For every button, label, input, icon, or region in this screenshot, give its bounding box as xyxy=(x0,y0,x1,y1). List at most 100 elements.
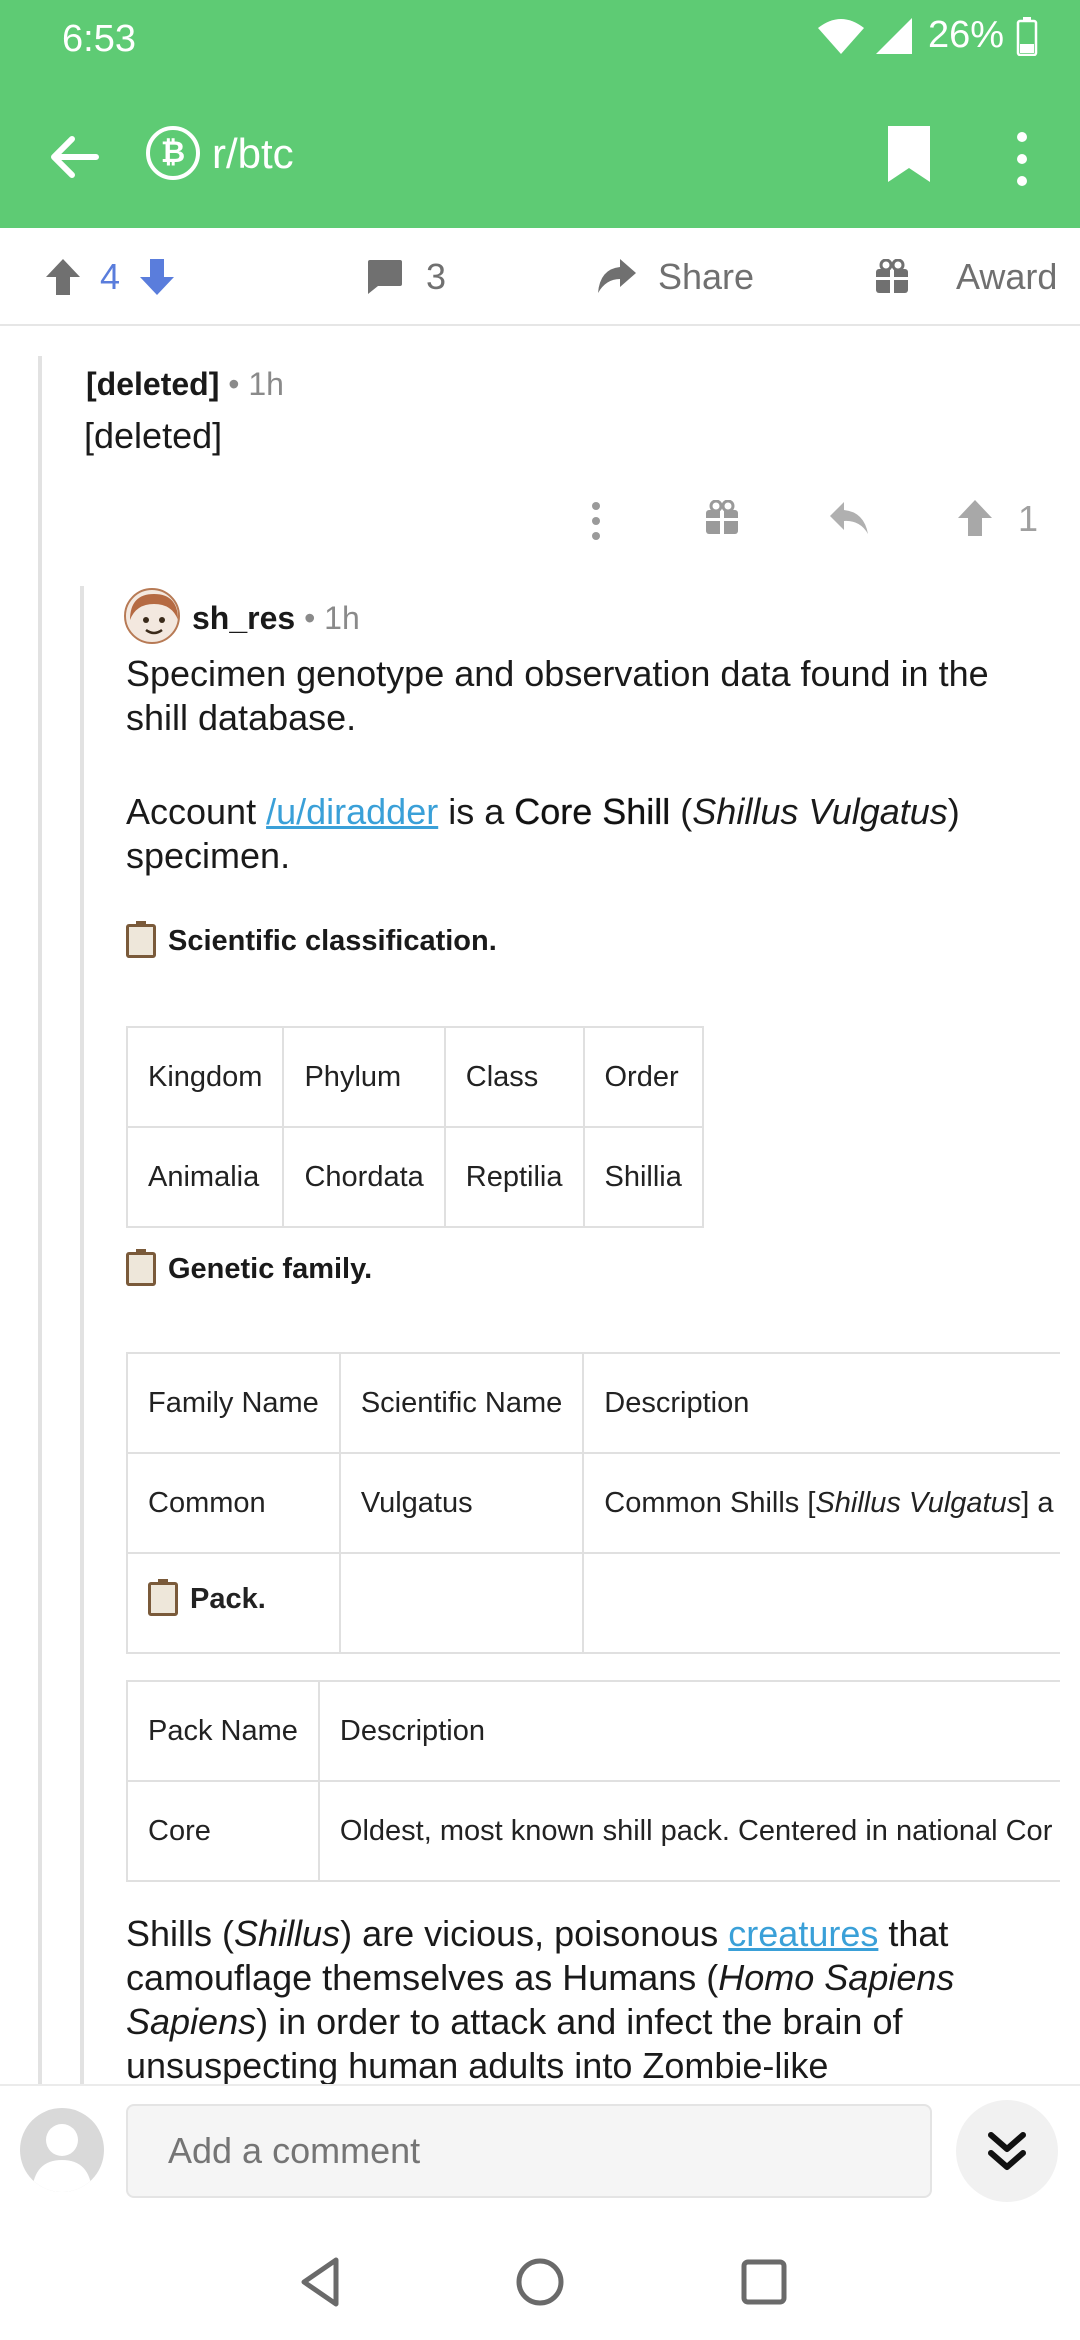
back-button[interactable] xyxy=(40,122,110,192)
comments-button[interactable]: 3 xyxy=(364,228,446,326)
text-fragment: ) xyxy=(947,791,960,832)
clipboard-icon xyxy=(126,921,156,958)
heading-classification: Scientific classification. xyxy=(126,921,497,958)
vote-group: 4 xyxy=(44,228,176,326)
table-cell: Shillia xyxy=(582,1126,704,1228)
comment-age: • 1h xyxy=(304,600,360,636)
bitcoin-icon[interactable]: ₿ xyxy=(146,126,200,180)
nav-home-icon[interactable] xyxy=(512,2254,568,2310)
table-cell xyxy=(582,1552,1060,1654)
next-comment-button[interactable] xyxy=(956,2100,1058,2202)
family-table-scroll[interactable]: Family Name Scientific Name Description … xyxy=(126,1352,1060,1662)
text-fragment: Account xyxy=(126,791,267,832)
post-action-bar: 4 3 Share Award xyxy=(0,228,1080,326)
comment-author[interactable]: sh_res xyxy=(192,600,295,636)
table-cell: Common xyxy=(126,1452,341,1554)
share-button[interactable]: Share xyxy=(596,228,754,326)
more-options-button[interactable] xyxy=(1000,124,1044,194)
comment-input[interactable] xyxy=(126,2104,932,2198)
gift-icon xyxy=(876,259,908,293)
scientific-name: Shillus Vulgatus xyxy=(692,791,948,832)
table-row: Animalia Chordata Reptilia Shillia xyxy=(125,1126,704,1228)
award-button[interactable]: Award xyxy=(874,228,1057,326)
table-header-cell: Pack Name xyxy=(126,1680,320,1782)
comment-count: 3 xyxy=(426,256,447,297)
user-avatar[interactable] xyxy=(20,2108,104,2192)
comment-paragraph: Shills (Shillus) are vicious, poisonous … xyxy=(126,1912,1056,2088)
comment-actions: 1 xyxy=(0,494,1080,544)
double-chevron-down-icon xyxy=(988,2132,1026,2170)
table-row: Family Name Scientific Name Description xyxy=(126,1352,1060,1454)
bookmark-button[interactable] xyxy=(884,124,944,194)
gift-icon[interactable] xyxy=(704,500,740,536)
status-bar: 6:53 26% xyxy=(0,0,1080,80)
avatar[interactable] xyxy=(124,588,180,644)
post-vote-count: 4 xyxy=(100,256,121,297)
table-cell: Animalia xyxy=(125,1126,285,1228)
account-type: Core Shill xyxy=(514,791,671,832)
dot xyxy=(1017,176,1027,186)
scientific-name: Shillus Vulgatus xyxy=(815,1486,1022,1519)
heading-text: Pack. xyxy=(190,1582,266,1615)
table-header-cell: Phylum xyxy=(282,1026,446,1128)
comment-body: [deleted] xyxy=(84,415,223,456)
table-header-cell: Description xyxy=(317,1680,1060,1782)
text-fragment: is a xyxy=(438,791,515,832)
system-nav-bar xyxy=(0,2224,1080,2340)
comment-more-button[interactable] xyxy=(592,502,604,540)
comment-score: 1 xyxy=(1018,498,1039,539)
creatures-link[interactable]: creatures xyxy=(728,1913,878,1954)
table-row: Kingdom Phylum Class Order xyxy=(125,1026,704,1128)
comment-meta: [deleted] • 1h xyxy=(86,366,284,403)
comment-intro: Specimen genotype and observation data f… xyxy=(126,653,989,738)
pack-table-scroll[interactable]: Pack Name Description Core Oldest, most … xyxy=(126,1680,1060,1886)
upvote-arrow-icon[interactable] xyxy=(44,257,82,297)
text-fragment: ( xyxy=(670,791,693,832)
share-icon xyxy=(598,259,636,293)
table-header-cell: Class xyxy=(443,1026,585,1128)
arrow-left-icon xyxy=(51,136,99,178)
app-bar: ₿ r/btc xyxy=(0,100,1080,210)
avatar-face-icon xyxy=(130,594,178,635)
reply-icon[interactable] xyxy=(828,500,870,538)
upvote-arrow-icon[interactable] xyxy=(956,498,994,538)
table-cell: Chordata xyxy=(282,1126,446,1228)
header: 6:53 26% ₿ r/btc xyxy=(0,0,1080,228)
wifi-icon xyxy=(817,18,864,54)
share-label: Share xyxy=(658,256,755,297)
table-header-cell: Description xyxy=(582,1352,1060,1454)
table-cell: Pack. xyxy=(126,1552,341,1654)
user-link[interactable]: /u/diradder xyxy=(266,791,438,832)
status-time: 6:53 xyxy=(62,18,136,60)
subreddit-name[interactable]: r/btc xyxy=(212,130,294,178)
award-label: Award xyxy=(956,256,1058,297)
pack-table: Pack Name Description Core Oldest, most … xyxy=(126,1680,1060,1882)
downvote-arrow-icon[interactable] xyxy=(138,257,176,297)
app-root: 6:53 26% ₿ r/btc 4 3 Share Award [delete… xyxy=(0,0,1080,2340)
battery-percent: 26% xyxy=(927,14,1004,56)
text-fragment: ) are vicious, poisonous xyxy=(340,1913,729,1954)
table-header-cell: Order xyxy=(582,1026,704,1128)
comment-bubble-icon xyxy=(368,260,402,294)
person-icon xyxy=(32,2124,92,2192)
comment-age: • 1h xyxy=(228,366,284,402)
text-fragment: Shills ( xyxy=(126,1913,235,1954)
text-fragment: Common Shills [ xyxy=(604,1486,816,1519)
nav-back-icon[interactable] xyxy=(294,2254,350,2310)
clipboard-icon xyxy=(148,1579,178,1616)
table-row: Core Oldest, most known shill pack. Cent… xyxy=(126,1780,1060,1882)
battery-icon xyxy=(1016,16,1038,56)
table-cell: Common Shills [Shillus Vulgatus] a xyxy=(582,1452,1060,1554)
thread-line-level-1 xyxy=(38,356,42,2084)
text-fragment: ] a xyxy=(1021,1486,1054,1519)
thread-line-level-2 xyxy=(80,586,84,2084)
table-row: Common Vulgatus Common Shills [Shillus V… xyxy=(126,1452,1060,1554)
pack-heading: Pack. xyxy=(148,1579,266,1616)
comment-author[interactable]: [deleted] xyxy=(86,366,219,402)
table-cell xyxy=(338,1552,585,1654)
classification-table: Kingdom Phylum Class Order Animalia Chor… xyxy=(125,1026,704,1228)
heading-genetic-family: Genetic family. xyxy=(126,1249,372,1286)
status-icons: 26% xyxy=(816,14,1038,57)
nav-recents-icon[interactable] xyxy=(736,2254,792,2310)
dot xyxy=(1017,154,1027,164)
